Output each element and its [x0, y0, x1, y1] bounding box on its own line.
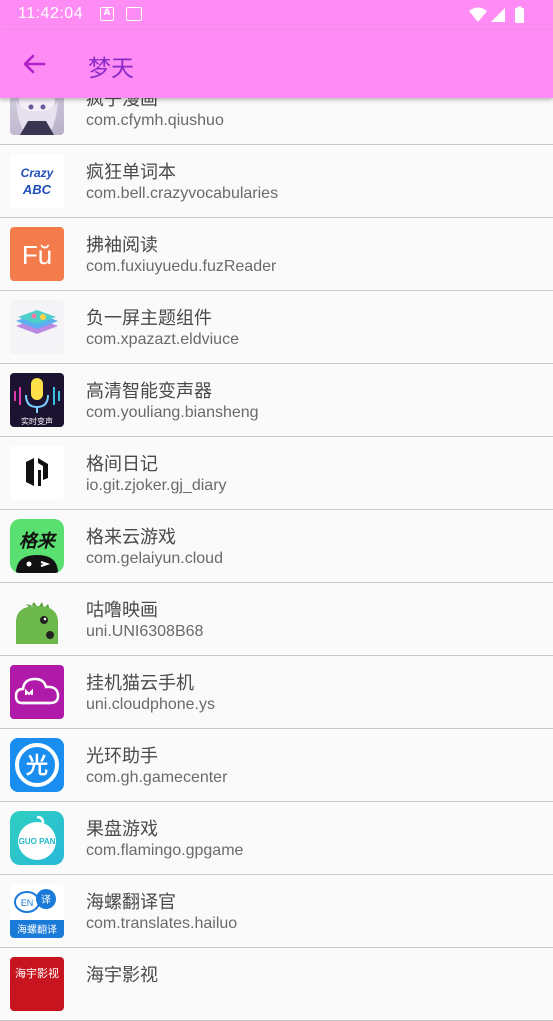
app-package: uni.UNI6308B68 [86, 623, 204, 640]
icon-label: ABC [22, 182, 52, 197]
list-item[interactable]: 格来 格来云游戏 com.gelaiyun.cloud [0, 510, 553, 583]
app-package: uni.cloudphone.ys [86, 696, 215, 713]
app-package: com.gh.gamecenter [86, 769, 228, 786]
diary-logo-icon [10, 446, 64, 500]
list-item[interactable]: GUO PAN 果盘游戏 com.flamingo.gpgame [0, 802, 553, 875]
list-item[interactable]: EN 译 海螺翻译 海螺翻译官 com.translates.hailuo [0, 875, 553, 948]
app-name: 格间日记 [86, 454, 158, 475]
app-name: 海宇影视 [86, 965, 158, 986]
app-name: 格来云游戏 [86, 527, 176, 548]
translate-bubble-icon: EN 译 海螺翻译 [10, 884, 64, 938]
list-item[interactable]: 光 光环助手 com.gh.gamecenter [0, 729, 553, 802]
app-bar: 梦天 [0, 30, 553, 98]
film-icon: 海宇影视 [10, 957, 64, 1011]
mail-notification-icon [126, 7, 142, 21]
app-package: com.fuxiuyuedu.fuzReader [86, 258, 277, 275]
app-name: 咕噜映画 [86, 600, 158, 621]
icon-label: 海宇影视 [15, 966, 59, 980]
icon-label: Crazy [21, 166, 55, 180]
wifi-icon [469, 7, 487, 22]
app-package: com.gelaiyun.cloud [86, 550, 223, 567]
green-creature-icon [10, 592, 64, 646]
signal-icon [491, 8, 505, 22]
battery-icon [515, 8, 524, 23]
list-item[interactable]: 格间日记 io.git.zjoker.gj_diary [0, 437, 553, 510]
list-item[interactable]: Crazy ABC 疯狂单词本 com.bell.crazyvocabulari… [0, 145, 553, 218]
cloud-cat-icon [10, 665, 64, 719]
icon-label: 海螺翻译 [17, 923, 57, 936]
icon-label: Fŭ [22, 240, 52, 270]
list-item[interactable]: 负一屏主题组件 com.xpazazt.eldviuce [0, 291, 553, 364]
icon-label: 格来 [19, 531, 57, 552]
app-package: com.flamingo.gpgame [86, 842, 244, 859]
app-name: 光环助手 [86, 746, 158, 767]
app-package: com.cfymh.qiushuo [86, 112, 224, 129]
list-item[interactable]: 咕噜映画 uni.UNI6308B68 [0, 583, 553, 656]
status-time: 11:42:04 [18, 5, 84, 22]
back-arrow-icon[interactable] [20, 50, 48, 78]
list-item[interactable]: 挂机猫云手机 uni.cloudphone.ys [0, 656, 553, 729]
app-package: com.youliang.biansheng [86, 404, 259, 421]
app-name: 海螺翻译官 [86, 892, 176, 913]
icon-label: 光 [25, 754, 48, 779]
icon-label: 实时变声 [21, 416, 53, 426]
app-list[interactable]: 疯子漫画 com.cfymh.qiushuo Crazy ABC 疯狂单词本 c… [0, 72, 553, 1021]
fu-reader-icon: Fŭ [10, 227, 64, 281]
app-package: com.translates.hailuo [86, 915, 238, 932]
list-item[interactable]: 实时变声 高清智能变声器 com.youliang.biansheng [0, 364, 553, 437]
app-name: 挂机猫云手机 [86, 673, 194, 694]
a-notification-icon: A [100, 7, 114, 21]
app-name: 果盘游戏 [86, 819, 158, 840]
microphone-icon: 实时变声 [10, 373, 64, 427]
crazy-abc-icon: Crazy ABC [10, 154, 64, 208]
page-title: 梦天 [88, 56, 134, 82]
halo-icon: 光 [10, 738, 64, 792]
app-name: 拂袖阅读 [86, 235, 158, 256]
list-item[interactable]: Fŭ 拂袖阅读 com.fuxiuyuedu.fuzReader [0, 218, 553, 291]
app-package: com.xpazazt.eldviuce [86, 331, 239, 348]
status-indicators [469, 6, 524, 23]
status-bar: 11:42:04 A [0, 0, 553, 30]
guopan-icon: GUO PAN [10, 811, 64, 865]
layers-icon [10, 300, 64, 354]
app-package: io.git.zjoker.gj_diary [86, 477, 227, 494]
app-name: 负一屏主题组件 [86, 308, 212, 329]
icon-label: EN [21, 898, 34, 908]
app-name: 高清智能变声器 [86, 381, 212, 402]
list-item[interactable]: 海宇影视 海宇影视 [0, 948, 553, 1021]
gelai-icon: 格来 [10, 519, 64, 573]
icon-label: 译 [41, 894, 51, 906]
app-package: com.bell.crazyvocabularies [86, 185, 279, 202]
app-name: 疯狂单词本 [86, 162, 176, 183]
icon-label: GUO PAN [19, 837, 56, 846]
